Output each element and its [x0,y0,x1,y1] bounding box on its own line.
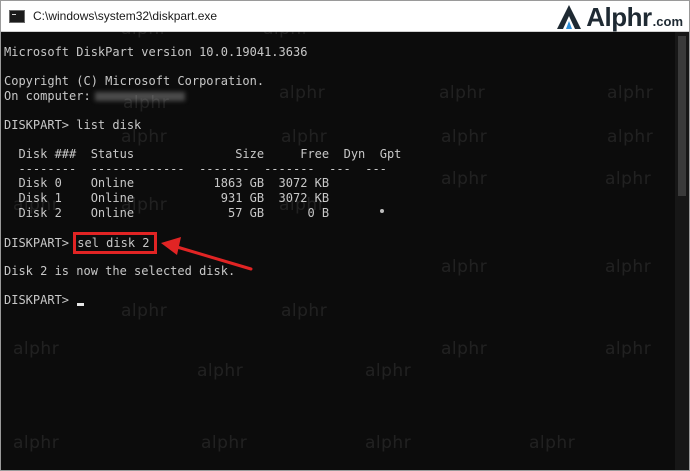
cell-disk: Disk 2 [18,205,91,220]
disk-table-separator: -------- ------------- ------- ------- -… [4,161,387,176]
disk-table-header: Disk ### Status Size Free Dyn Gpt [4,147,676,162]
cell-free: 3072 KB [264,176,330,191]
alphr-logo-icon [557,5,582,29]
copyright-line: Copyright (C) Microsoft Corporation. [4,74,265,89]
cell-free: 0 B [264,205,330,220]
scrollbar-thumb[interactable] [678,36,686,196]
cell-size: 57 GB [199,205,265,220]
cell-size: 931 GB [199,190,265,205]
cell-status: Online [90,176,200,191]
redacted-computer-name [94,91,185,101]
prompt: DISKPART> [4,235,77,250]
console-app-icon [9,9,25,23]
cell-disk: Disk 0 [18,176,91,191]
cell-status: Online [90,190,200,205]
cell-disk: Disk 1 [18,190,91,205]
command-list-disk: list disk [76,117,142,132]
highlighted-command-box: sel disk 2 [73,231,157,254]
col-free: Free [264,147,330,162]
cell-free: 3072 KB [264,190,330,205]
command-sel-disk: sel disk 2 [77,235,150,250]
table-row: Disk 0 Online 1863 GB 3072 KB [4,176,676,191]
brand-name: Alphr [586,1,652,32]
cell-size: 1863 GB [199,176,265,191]
col-dyn: Dyn [343,147,380,162]
cell-status: Online [90,205,200,220]
col-status: Status [90,147,200,162]
brand-logo: Alphr .com [556,2,683,32]
col-gpt: Gpt [379,147,402,162]
prompt: DISKPART> [4,293,77,308]
result-line: Disk 2 is now the selected disk. [4,263,236,278]
console-output[interactable]: Microsoft DiskPart version 10.0.19041.36… [4,45,676,465]
vertical-scrollbar[interactable] [675,32,689,470]
console-window: C:\windows\system32\diskpart.exe Alphr .… [0,0,690,471]
title-bar[interactable]: C:\windows\system32\diskpart.exe Alphr .… [1,1,689,32]
col-size: Size [199,147,265,162]
text-cursor [77,303,85,307]
brand-tld: .com [652,13,683,29]
col-disk: Disk ### [18,147,91,162]
window-title: C:\windows\system32\diskpart.exe [33,9,218,23]
table-row: Disk 1 Online 931 GB 3072 KB [4,191,676,206]
table-row: Disk 2 Online 57 GB 0 B [4,206,676,221]
prompt: DISKPART> [4,117,77,132]
mouse-pointer-dot [380,209,384,213]
computer-label: On computer: [4,88,91,103]
version-line: Microsoft DiskPart version 10.0.19041.36… [4,45,308,59]
